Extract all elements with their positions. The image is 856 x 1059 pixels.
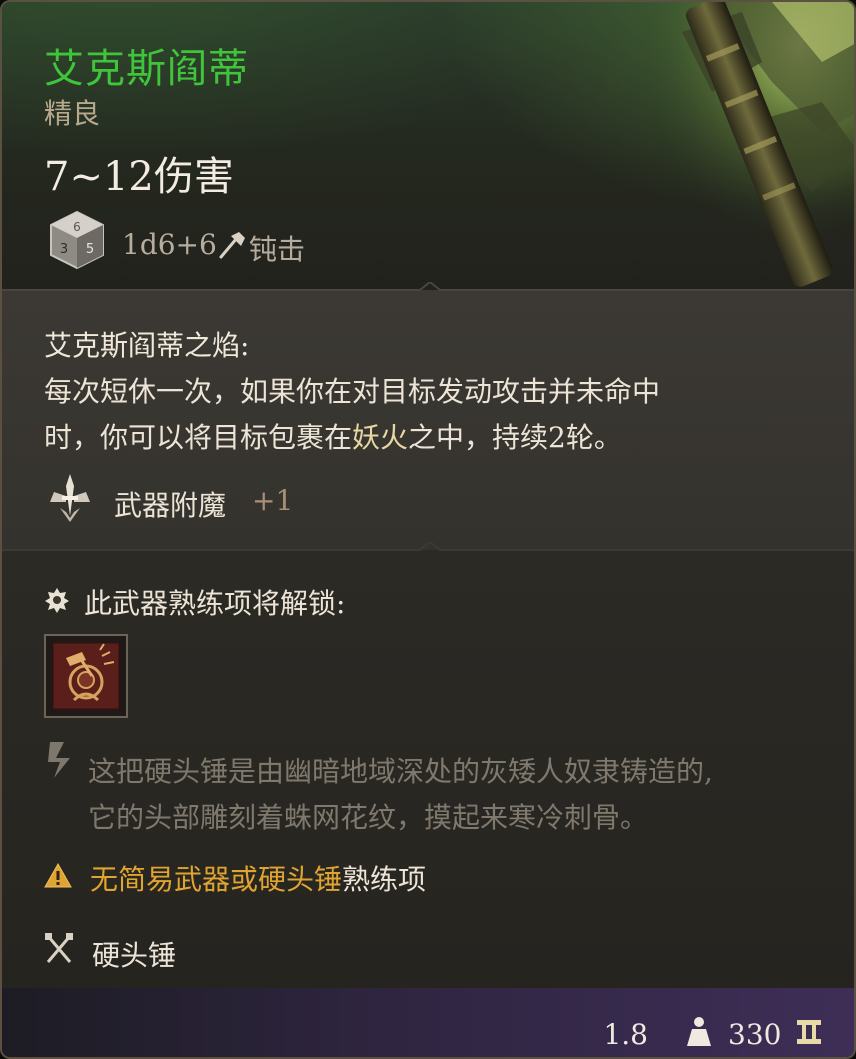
svg-text:6: 6 [73, 220, 81, 234]
section-divider [2, 542, 854, 551]
bludgeon-hammer-icon [219, 232, 245, 259]
weapon-type: 硬头锤 [92, 939, 177, 972]
effect-title: 艾克斯阎蒂之焰: [44, 329, 250, 362]
lore-icon [48, 742, 70, 778]
item-rarity: 精良 [44, 97, 101, 130]
weight-icon [687, 1017, 711, 1046]
damage-type: 钝击 [249, 233, 306, 266]
item-tooltip: 艾克斯阎蒂 精良 7~12伤害 6 3 5 1d6+6 钝击 艾克斯阎蒂之焰: … [0, 0, 856, 1059]
gold-coin-icon [797, 1020, 821, 1044]
effect-text: 时，你可以将目标包裹在 [44, 421, 353, 454]
d6-dice-icon: 6 3 5 [50, 210, 104, 270]
svg-text:5: 5 [86, 242, 94, 257]
warning-text: 无简易武器或硬头锤 [90, 863, 343, 896]
effect-description-line: 每次短休一次，如果你在对目标发动攻击并未命中 [44, 375, 661, 408]
proficiency-warning: 无简易武器或硬头锤熟练项 [90, 858, 426, 898]
concussive-smash-icon [52, 642, 120, 710]
weapon-art-image [622, 2, 854, 290]
crossed-weapons-icon [45, 933, 73, 963]
item-name: 艾克斯阎蒂 [44, 46, 249, 92]
weapon-enchant-icon [50, 474, 90, 522]
effect-text: 之中，持续2轮。 [408, 421, 622, 454]
damage-range: 7~12伤害 [44, 154, 234, 200]
item-weight: 1.8 [603, 1018, 648, 1051]
tooltip-header: 艾克斯阎蒂 精良 7~12伤害 6 3 5 1d6+6 钝击 [2, 2, 854, 290]
lore-description-line: 这把硬头锤是由幽暗地域深处的灰矮人奴隶铸造的, [88, 755, 713, 788]
tooltip-footer [2, 988, 854, 1057]
dice-formula: 1d6+6 [122, 228, 217, 261]
proficiency-unlock-title: 此武器熟练项将解锁: [84, 587, 346, 620]
enchantment-label: 武器附魔 [114, 489, 227, 522]
section-divider [2, 282, 854, 291]
warning-triangle-icon [44, 862, 72, 888]
proficiency-action-slot[interactable] [44, 634, 128, 718]
warning-suffix: 熟练项 [342, 863, 427, 896]
effect-description-line: 时，你可以将目标包裹在妖火之中，持续2轮。 [44, 416, 622, 456]
faerie-fire-link[interactable]: 妖火 [352, 421, 408, 454]
proficiency-unlock-icon [45, 588, 69, 613]
lore-description-line: 它的头部雕刻着蛛网花纹，摸起来寒冷刺骨。 [88, 801, 649, 834]
svg-text:3: 3 [60, 242, 68, 257]
enchantment-bonus: +1 [252, 484, 294, 517]
item-price: 330 [728, 1018, 782, 1051]
